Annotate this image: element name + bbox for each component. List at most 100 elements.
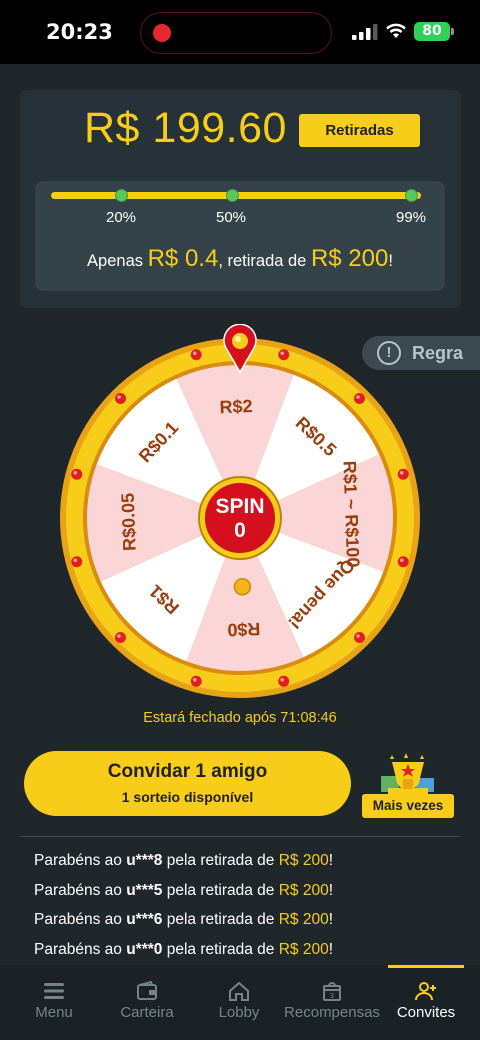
winners-list: Parabéns ao u***8 pela retirada de R$ 20… [34, 852, 333, 970]
nav-label: Convites [396, 1004, 456, 1021]
progress-box: 20% 50% 99% Apenas R$ 0.4, retirada de R… [35, 181, 445, 291]
wheel-bulb-shine [356, 634, 360, 638]
winner-row: Parabéns ao u***6 pela retirada de R$ 20… [34, 911, 333, 941]
balance-amount: R$ 199.60 [84, 104, 287, 152]
nav-item-menu[interactable]: Menu [14, 965, 94, 1040]
wheel-bulb-shine [280, 351, 285, 356]
wheel-bulb-shine [280, 677, 285, 682]
winner-row: Parabéns ao u***5 pela retirada de R$ 20… [34, 882, 333, 912]
wheel-segment-label: R$2 [219, 396, 253, 417]
wheel-bulb [397, 468, 409, 480]
winner-suffix: ! [328, 881, 334, 899]
winner-user: u***6 [126, 911, 163, 928]
wheel-bulb [397, 556, 409, 568]
nav-label: Carteira [120, 1004, 174, 1021]
progress-marker-99 [405, 189, 418, 202]
wheel-bulb [190, 675, 202, 687]
progress-marker-50 [226, 189, 239, 202]
status-time: 20:23 [46, 20, 113, 44]
invite-title: Convidar 1 amigo [107, 761, 268, 782]
wheel-bulb-shine [399, 558, 404, 563]
nav-item-rewards[interactable]: 3 Recompensas [282, 965, 382, 1040]
winner-amount: R$ 200 [278, 852, 329, 869]
wheel-bulb [114, 392, 126, 404]
nav-item-wallet[interactable]: Carteira [107, 965, 187, 1040]
winner-amount: R$ 200 [278, 911, 329, 928]
svg-text:3: 3 [330, 992, 334, 1000]
wheel-segment-label: R$0.05 [118, 493, 140, 552]
wheel-bulb-shine [117, 395, 121, 399]
spin-button[interactable]: SPIN 0 [200, 478, 280, 558]
progress-message-prefix: Apenas [87, 252, 148, 270]
wheel-bulb-shine [192, 351, 197, 356]
nav-label: Menu [35, 1004, 73, 1021]
winner-prefix: Parabéns ao [34, 940, 127, 958]
invite-subtitle: 1 sorteio disponível [121, 789, 254, 805]
wheel-bulb [354, 392, 366, 404]
dynamic-island [140, 12, 332, 54]
remaining-amount: R$ 0.4 [147, 245, 219, 272]
winner-user: u***8 [126, 852, 163, 869]
wheel-bulb-shine [192, 677, 197, 682]
spin-count: 0 [234, 519, 246, 542]
progress-message: Apenas R$ 0.4, retirada de R$ 200! [35, 245, 445, 273]
winner-middle: pela retirada de [162, 852, 279, 869]
home-icon [229, 981, 249, 1001]
wheel-bulb [354, 632, 366, 644]
close-timer: Estará fechado após 71:08:46 [143, 710, 337, 726]
progress-label-50: 50% [216, 209, 247, 226]
wheel-bulb-shine [356, 395, 360, 399]
wheel-pointer-icon [223, 324, 257, 374]
status-bar: 20:23 80 [0, 0, 480, 64]
winner-prefix: Parabéns ao [34, 852, 127, 869]
invite-friend-button[interactable]: Convidar 1 amigo 1 sorteio disponível [24, 751, 351, 816]
progress-message-suffix: ! [388, 252, 393, 270]
progress-marker-20 [115, 189, 128, 202]
wheel-bulb [71, 468, 83, 480]
wifi-icon [386, 23, 406, 38]
progress-label-20: 20% [106, 209, 137, 226]
winner-middle: pela retirada de [162, 881, 279, 899]
signal-icon [352, 24, 378, 40]
withdraw-button[interactable]: Retiradas [299, 114, 420, 147]
coin-icon [233, 578, 252, 596]
wheel-segment-label: R$0 [227, 619, 261, 640]
target-amount: R$ 200 [310, 245, 389, 272]
nav-label: Recompensas [284, 1004, 380, 1021]
nav-item-lobby[interactable]: Lobby [199, 965, 279, 1040]
winner-suffix: ! [328, 911, 334, 928]
winner-middle: pela retirada de [162, 911, 279, 928]
wheel-bulb-shine [73, 558, 78, 563]
balance-card: R$ 199.60 Retiradas 20% 50% 99% Apenas R… [20, 90, 461, 308]
wheel-bulb [278, 675, 290, 687]
add-user-icon [415, 982, 436, 1001]
bottom-nav: Menu Carteira Lobby 3 Recompensas Convit… [0, 965, 480, 1040]
winner-amount: R$ 200 [278, 881, 329, 899]
more-times-button[interactable]: Mais vezes [362, 752, 454, 818]
trophy-icon [381, 753, 434, 798]
winner-prefix: Parabéns ao [34, 911, 127, 928]
recording-dot-icon [153, 24, 171, 42]
wheel-segment-label: R$1 ~ R$100 [339, 461, 363, 568]
wheel-bulb-shine [399, 470, 404, 475]
nav-item-invites[interactable]: Convites [386, 965, 466, 1040]
winner-user: u***5 [126, 881, 163, 899]
winner-row: Parabéns ao u***8 pela retirada de R$ 20… [34, 852, 333, 882]
winner-prefix: Parabéns ao [34, 881, 127, 899]
progress-message-middle: , retirada de [218, 252, 311, 270]
wheel-bulb [71, 556, 83, 568]
spin-label: SPIN [215, 495, 265, 518]
app-root: 20:23 80 R$ 199.60 Retiradas 20% 50% 99%… [0, 0, 480, 1040]
winner-suffix: ! [328, 940, 334, 958]
battery-icon: 80 [414, 22, 454, 41]
wheel-bulb [114, 632, 126, 644]
nav-label: Lobby [218, 1004, 260, 1021]
winner-middle: pela retirada de [162, 940, 279, 958]
wheel-bulb [278, 349, 290, 361]
winner-user: u***0 [126, 940, 163, 958]
wallet-icon [137, 981, 157, 1000]
divider [20, 836, 460, 837]
winner-amount: R$ 200 [278, 940, 329, 958]
winner-suffix: ! [328, 852, 334, 869]
menu-icon [44, 983, 64, 999]
